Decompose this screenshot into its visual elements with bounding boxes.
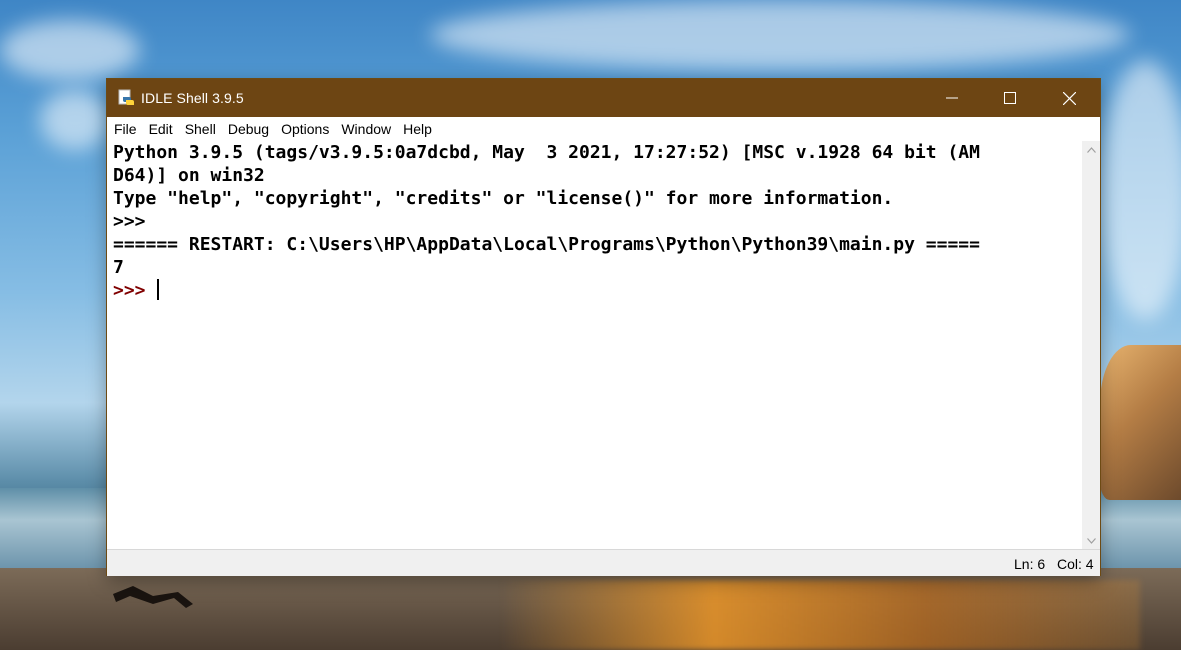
menu-edit[interactable]: Edit [143, 117, 179, 141]
maximize-icon [1004, 92, 1016, 104]
vertical-scrollbar[interactable] [1082, 141, 1100, 549]
shell-text-area[interactable]: Python 3.9.5 (tags/v3.9.5:0a7dcbd, May 3… [107, 141, 1082, 549]
title-bar[interactable]: IDLE Shell 3.9.5 [107, 79, 1100, 117]
menu-shell[interactable]: Shell [179, 117, 222, 141]
shell-prompt: >>> [113, 211, 146, 232]
close-icon [1062, 91, 1076, 105]
chevron-down-icon [1086, 537, 1096, 544]
menu-debug[interactable]: Debug [222, 117, 275, 141]
scroll-up-button[interactable] [1082, 141, 1100, 158]
active-prompt-line[interactable]: >>> [107, 279, 1082, 302]
close-button[interactable] [1040, 79, 1098, 117]
status-line-number: Ln: 6 [1014, 556, 1046, 572]
minimize-icon [946, 97, 958, 99]
maximize-button[interactable] [981, 79, 1039, 117]
menu-file[interactable]: File [108, 117, 143, 141]
runner-silhouette [113, 586, 193, 608]
menu-help[interactable]: Help [397, 117, 438, 141]
text-cursor [157, 279, 160, 300]
banner-line-1: Python 3.9.5 (tags/v3.9.5:0a7dcbd, May 3… [113, 142, 980, 163]
banner-line-3: Type "help", "copyright", "credits" or "… [113, 188, 894, 209]
idle-shell-window: IDLE Shell 3.9.5 File Edit Shell Debug O… [107, 79, 1100, 576]
minimize-button[interactable] [923, 79, 981, 117]
program-output: 7 [113, 257, 124, 278]
scroll-down-button[interactable] [1082, 532, 1100, 549]
status-bar: Ln: 6 Col: 4 [107, 549, 1100, 576]
python-idle-icon [118, 89, 134, 105]
banner-line-2: D64)] on win32 [113, 165, 265, 186]
restart-line: ====== RESTART: C:\Users\HP\AppData\Loca… [113, 234, 980, 255]
menu-bar: File Edit Shell Debug Options Window Hel… [107, 117, 1100, 141]
active-prompt: >>> [113, 280, 157, 301]
menu-window[interactable]: Window [335, 117, 397, 141]
menu-options[interactable]: Options [275, 117, 335, 141]
sea-rock [1100, 345, 1181, 500]
window-title: IDLE Shell 3.9.5 [141, 90, 244, 106]
chevron-up-icon [1086, 146, 1096, 153]
status-column-number: Col: 4 [1057, 556, 1094, 572]
